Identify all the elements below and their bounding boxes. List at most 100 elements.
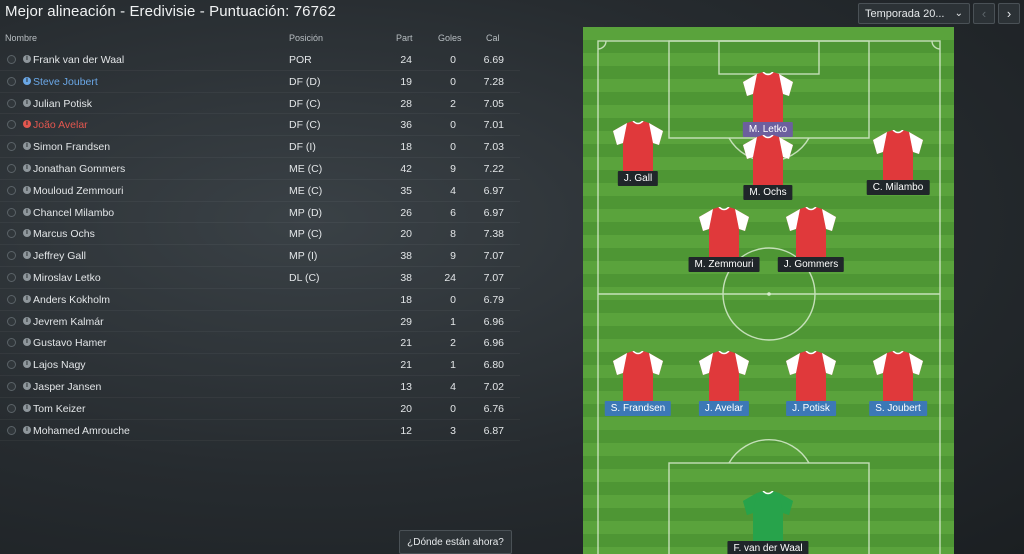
season-select[interactable]: Temporada 20... ⌄ [858,3,970,24]
player-rating: 7.05 [483,97,504,110]
player-name[interactable]: Jonathan Gommers [33,163,125,175]
table-row[interactable]: i Jonathan Gommers ME (C) 42 9 7.22 [0,158,520,180]
col-name[interactable]: Nombre [5,33,37,43]
table-row[interactable]: i Steve Joubert DF (D) 19 0 7.28 [0,71,520,93]
select-radio[interactable] [7,294,16,304]
select-radio[interactable] [7,338,16,348]
select-radio[interactable] [7,55,16,64]
player-name[interactable]: Frank van der Waal [33,54,124,66]
info-icon[interactable]: i [23,381,31,390]
select-radio[interactable] [7,425,16,435]
player-goals: 4 [450,380,456,393]
info-icon[interactable]: i [23,272,31,281]
player-name[interactable]: Steve Joubert [33,76,98,88]
info-icon[interactable]: i [23,185,31,194]
pitch-player-avelar[interactable]: J. Avelar [684,351,764,421]
col-part[interactable]: Part [396,33,413,43]
select-radio[interactable] [7,272,16,282]
player-name[interactable]: Lajos Nagy [33,359,86,371]
where-are-they-now-button[interactable]: ¿Dónde están ahora? [399,530,512,554]
player-goals: 0 [450,119,456,132]
player-position: MP (D) [289,206,323,219]
info-icon[interactable]: i [23,338,31,347]
pitch-player-milambo[interactable]: C. Milambo [858,130,938,200]
table-row[interactable]: i João Avelar DF (C) 36 0 7.01 [0,114,520,137]
info-icon[interactable]: i [23,251,31,260]
info-icon[interactable]: i [23,76,31,85]
table-row[interactable]: i Marcus Ochs MP (C) 20 8 7.38 [0,223,520,246]
col-position[interactable]: Posición [289,33,323,43]
info-icon[interactable]: i [23,142,31,151]
player-position: DF (D) [289,75,321,88]
pitch-player-joubert[interactable]: S. Joubert [858,351,938,421]
select-radio[interactable] [7,207,16,217]
player-name[interactable]: Mouloud Zemmouri [33,185,123,197]
select-radio[interactable] [7,316,16,326]
info-icon[interactable]: i [23,360,31,369]
table-row[interactable]: i Anders Kokholm 18 0 6.79 [0,289,520,311]
table-row[interactable]: i Frank van der Waal POR 24 0 6.69 [0,49,520,71]
select-radio[interactable] [7,403,16,413]
info-icon[interactable]: i [23,120,31,129]
col-cal[interactable]: Cal [486,33,500,43]
select-radio[interactable] [7,76,16,86]
info-icon[interactable]: i [23,98,31,107]
select-radio[interactable] [7,120,16,130]
info-icon[interactable]: i [23,425,31,434]
pitch-player-letko[interactable]: M. Letko [728,72,808,142]
info-icon[interactable]: i [23,229,31,238]
player-name[interactable]: Marcus Ochs [33,228,95,240]
player-name[interactable]: Julian Potisk [33,98,92,110]
player-name[interactable]: Jevrem Kalmár [33,316,104,328]
pitch-player-potisk[interactable]: J. Potisk [771,351,851,421]
player-name[interactable]: Miroslav Letko [33,272,101,284]
table-row[interactable]: i Lajos Nagy 21 1 6.80 [0,354,520,376]
player-name[interactable]: Mohamed Amrouche [33,425,130,437]
select-radio[interactable] [7,381,16,391]
table-row[interactable]: i Mouloud Zemmouri ME (C) 35 4 6.97 [0,180,520,202]
select-radio[interactable] [7,163,16,173]
player-name[interactable]: Anders Kokholm [33,294,110,306]
next-button[interactable]: › [998,3,1020,24]
player-name[interactable]: Jasper Jansen [33,381,101,393]
select-radio[interactable] [7,185,16,195]
table-row[interactable]: i Julian Potisk DF (C) 28 2 7.05 [0,93,520,115]
col-goles[interactable]: Goles [438,33,462,43]
info-icon[interactable]: i [23,163,31,172]
table-row[interactable]: i Tom Keizer 20 0 6.76 [0,398,520,420]
select-radio[interactable] [7,142,16,152]
table-row[interactable]: i Simon Frandsen DF (I) 18 0 7.03 [0,136,520,158]
pitch-player-gommers[interactable]: J. Gommers [771,207,851,277]
previous-button[interactable]: ‹ [973,3,995,24]
info-icon[interactable]: i [23,55,31,63]
table-row[interactable]: i Mohamed Amrouche 12 3 6.87 [0,420,520,442]
select-radio[interactable] [7,251,16,261]
player-name[interactable]: Jeffrey Gall [33,250,86,262]
pitch-player-ochs[interactable]: M. Ochs [728,135,808,205]
table-row[interactable]: i Jasper Jansen 13 4 7.02 [0,376,520,398]
pitch-player-gall[interactable]: J. Gall [598,121,678,191]
select-radio[interactable] [7,229,16,239]
table-row[interactable]: i Miroslav Letko DL (C) 38 24 7.07 [0,267,520,289]
pitch-player-zemmouri[interactable]: M. Zemmouri [684,207,764,277]
player-name[interactable]: João Avelar [33,119,88,131]
info-icon[interactable]: i [23,316,31,325]
player-apps: 36 [400,119,412,132]
select-radio[interactable] [7,98,16,108]
table-row[interactable]: i Gustavo Hamer 21 2 6.96 [0,332,520,355]
player-name[interactable]: Gustavo Hamer [33,337,107,349]
info-icon[interactable]: i [23,403,31,412]
player-name[interactable]: Chancel Milambo [33,207,114,219]
info-icon[interactable]: i [23,294,31,303]
player-rating: 7.38 [483,228,504,241]
player-apps: 20 [400,402,412,415]
pitch-player-frandsen[interactable]: S. Frandsen [598,351,678,421]
player-name[interactable]: Simon Frandsen [33,141,110,153]
info-icon[interactable]: i [23,207,31,216]
table-row[interactable]: i Chancel Milambo MP (D) 26 6 6.97 [0,202,520,224]
player-name[interactable]: Tom Keizer [33,403,86,415]
table-row[interactable]: i Jevrem Kalmár 29 1 6.96 [0,311,520,333]
select-radio[interactable] [7,360,16,370]
pitch-player-keeper[interactable]: F. van der Waal [727,491,809,554]
table-row[interactable]: i Jeffrey Gall MP (I) 38 9 7.07 [0,245,520,267]
